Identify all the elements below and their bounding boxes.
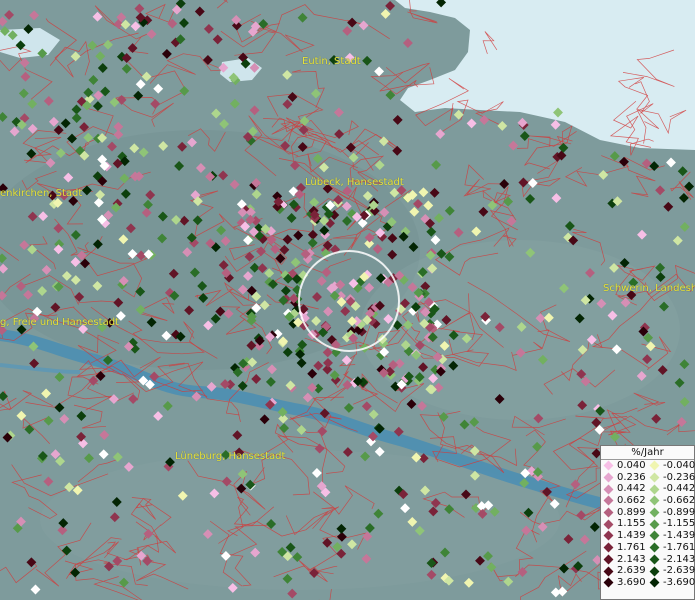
city-label-lueneburg: Lüneburg, Hansestadt xyxy=(175,451,286,462)
legend-entry-positive: 1.439 xyxy=(601,530,647,542)
legend-label: -1.439 xyxy=(663,530,695,542)
legend-entry-negative: -3.690 xyxy=(647,576,695,589)
legend-entry-positive: 1.761 xyxy=(601,542,647,554)
legend-label: -3.690 xyxy=(663,576,695,588)
city-label-luebeck: Lübeck, Hansestadt xyxy=(305,177,404,188)
legend-swatch xyxy=(649,519,660,530)
legend-entry-negative: -0.662 xyxy=(647,495,695,507)
legend-entry-negative: -1.761 xyxy=(647,541,695,554)
legend-entry-positive: 2.639 xyxy=(601,565,647,577)
legend-row: 0.442 -0.442 xyxy=(601,483,695,495)
legend-label: 3.690 xyxy=(617,576,646,588)
legend-entry-negative: -1.439 xyxy=(647,530,695,542)
legend-row: 0.040 -0.040 xyxy=(601,460,695,472)
legend-label: 0.040 xyxy=(617,460,646,471)
legend-row: 3.690 -3.690 xyxy=(601,576,695,589)
legend-label: 1.155 xyxy=(617,518,646,530)
city-label-neukirchen: enkirchen, Stadt xyxy=(0,188,83,199)
legend-row: 0.236 -0.236 xyxy=(601,471,695,484)
legend-swatch xyxy=(603,460,614,471)
legend-label: -1.155 xyxy=(663,518,695,530)
legend-swatch xyxy=(649,484,660,495)
legend-label: 0.442 xyxy=(617,483,646,495)
legend-swatch xyxy=(649,566,660,576)
legend-row: 2.143 -2.143 xyxy=(601,553,695,566)
legend-row: 2.639 -2.639 xyxy=(601,565,695,577)
legend-label: -0.442 xyxy=(663,483,695,495)
legend-label: 0.899 xyxy=(617,506,646,518)
legend-entry-positive: 0.899 xyxy=(601,507,647,519)
legend-swatch xyxy=(603,554,614,565)
legend-label: 0.662 xyxy=(617,495,646,507)
legend-swatch xyxy=(603,531,614,541)
legend-label: 2.143 xyxy=(617,553,646,565)
legend-entry-negative: -0.899 xyxy=(647,506,695,519)
legend-swatch xyxy=(603,495,614,506)
legend-swatch xyxy=(603,472,614,483)
legend-label: 1.439 xyxy=(617,530,646,542)
legend-swatch xyxy=(603,542,614,553)
legend-title: %/Jahr xyxy=(601,446,694,460)
legend-entry-negative: -1.155 xyxy=(647,518,695,530)
legend-row: 0.899 -0.899 xyxy=(601,506,695,519)
legend-entry-positive: 0.442 xyxy=(601,483,647,495)
legend-entry-positive: 3.690 xyxy=(601,577,647,589)
map-legend: %/Jahr 0.040 -0.040 0.236 -0.236 0.442 -0.442… xyxy=(600,445,695,600)
legend-swatch xyxy=(603,507,614,518)
legend-entry-negative: -2.143 xyxy=(647,553,695,566)
legend-swatch xyxy=(603,484,614,495)
legend-entry-negative: -0.040 xyxy=(647,460,695,472)
legend-label: 1.761 xyxy=(617,541,646,553)
legend-swatch xyxy=(649,542,660,553)
legend-label: -2.143 xyxy=(663,553,695,565)
legend-swatch xyxy=(649,577,660,588)
legend-swatch xyxy=(649,531,660,541)
legend-entry-positive: 0.662 xyxy=(601,495,647,507)
legend-label: -0.662 xyxy=(663,495,695,507)
legend-swatch xyxy=(649,472,660,483)
legend-entry-negative: -0.236 xyxy=(647,471,695,484)
city-label-hamburg: g, Freie und Hansestadt xyxy=(0,317,119,328)
legend-swatch xyxy=(649,554,660,565)
legend-row: 0.662 -0.662 xyxy=(601,495,695,507)
legend-label: 2.639 xyxy=(617,565,646,577)
legend-entry-negative: -2.639 xyxy=(647,565,695,577)
city-label-eutin: Eutin, Stadt xyxy=(302,56,361,67)
legend-swatch xyxy=(603,519,614,530)
legend-row: 1.155 -1.155 xyxy=(601,518,695,530)
legend-swatch xyxy=(649,495,660,506)
legend-swatch xyxy=(603,577,614,588)
legend-swatch xyxy=(649,460,660,471)
legend-swatch xyxy=(649,507,660,518)
legend-entry-positive: 0.040 xyxy=(601,460,647,472)
legend-label: -2.639 xyxy=(663,565,695,577)
legend-label: -0.040 xyxy=(663,460,695,471)
legend-swatch xyxy=(603,566,614,576)
legend-label: 0.236 xyxy=(617,471,646,483)
legend-entry-positive: 2.143 xyxy=(601,554,647,566)
legend-entry-negative: -0.442 xyxy=(647,483,695,495)
legend-row: 1.439 -1.439 xyxy=(601,530,695,542)
legend-entry-positive: 1.155 xyxy=(601,518,647,530)
highlight-circle xyxy=(298,250,400,352)
legend-label: -1.761 xyxy=(663,541,695,553)
city-label-schwerin: Schwerin, Landesh xyxy=(603,283,695,294)
legend-row: 1.761 -1.761 xyxy=(601,541,695,554)
legend-entry-positive: 0.236 xyxy=(601,472,647,484)
legend-label: -0.899 xyxy=(663,506,695,518)
legend-label: -0.236 xyxy=(663,471,695,483)
